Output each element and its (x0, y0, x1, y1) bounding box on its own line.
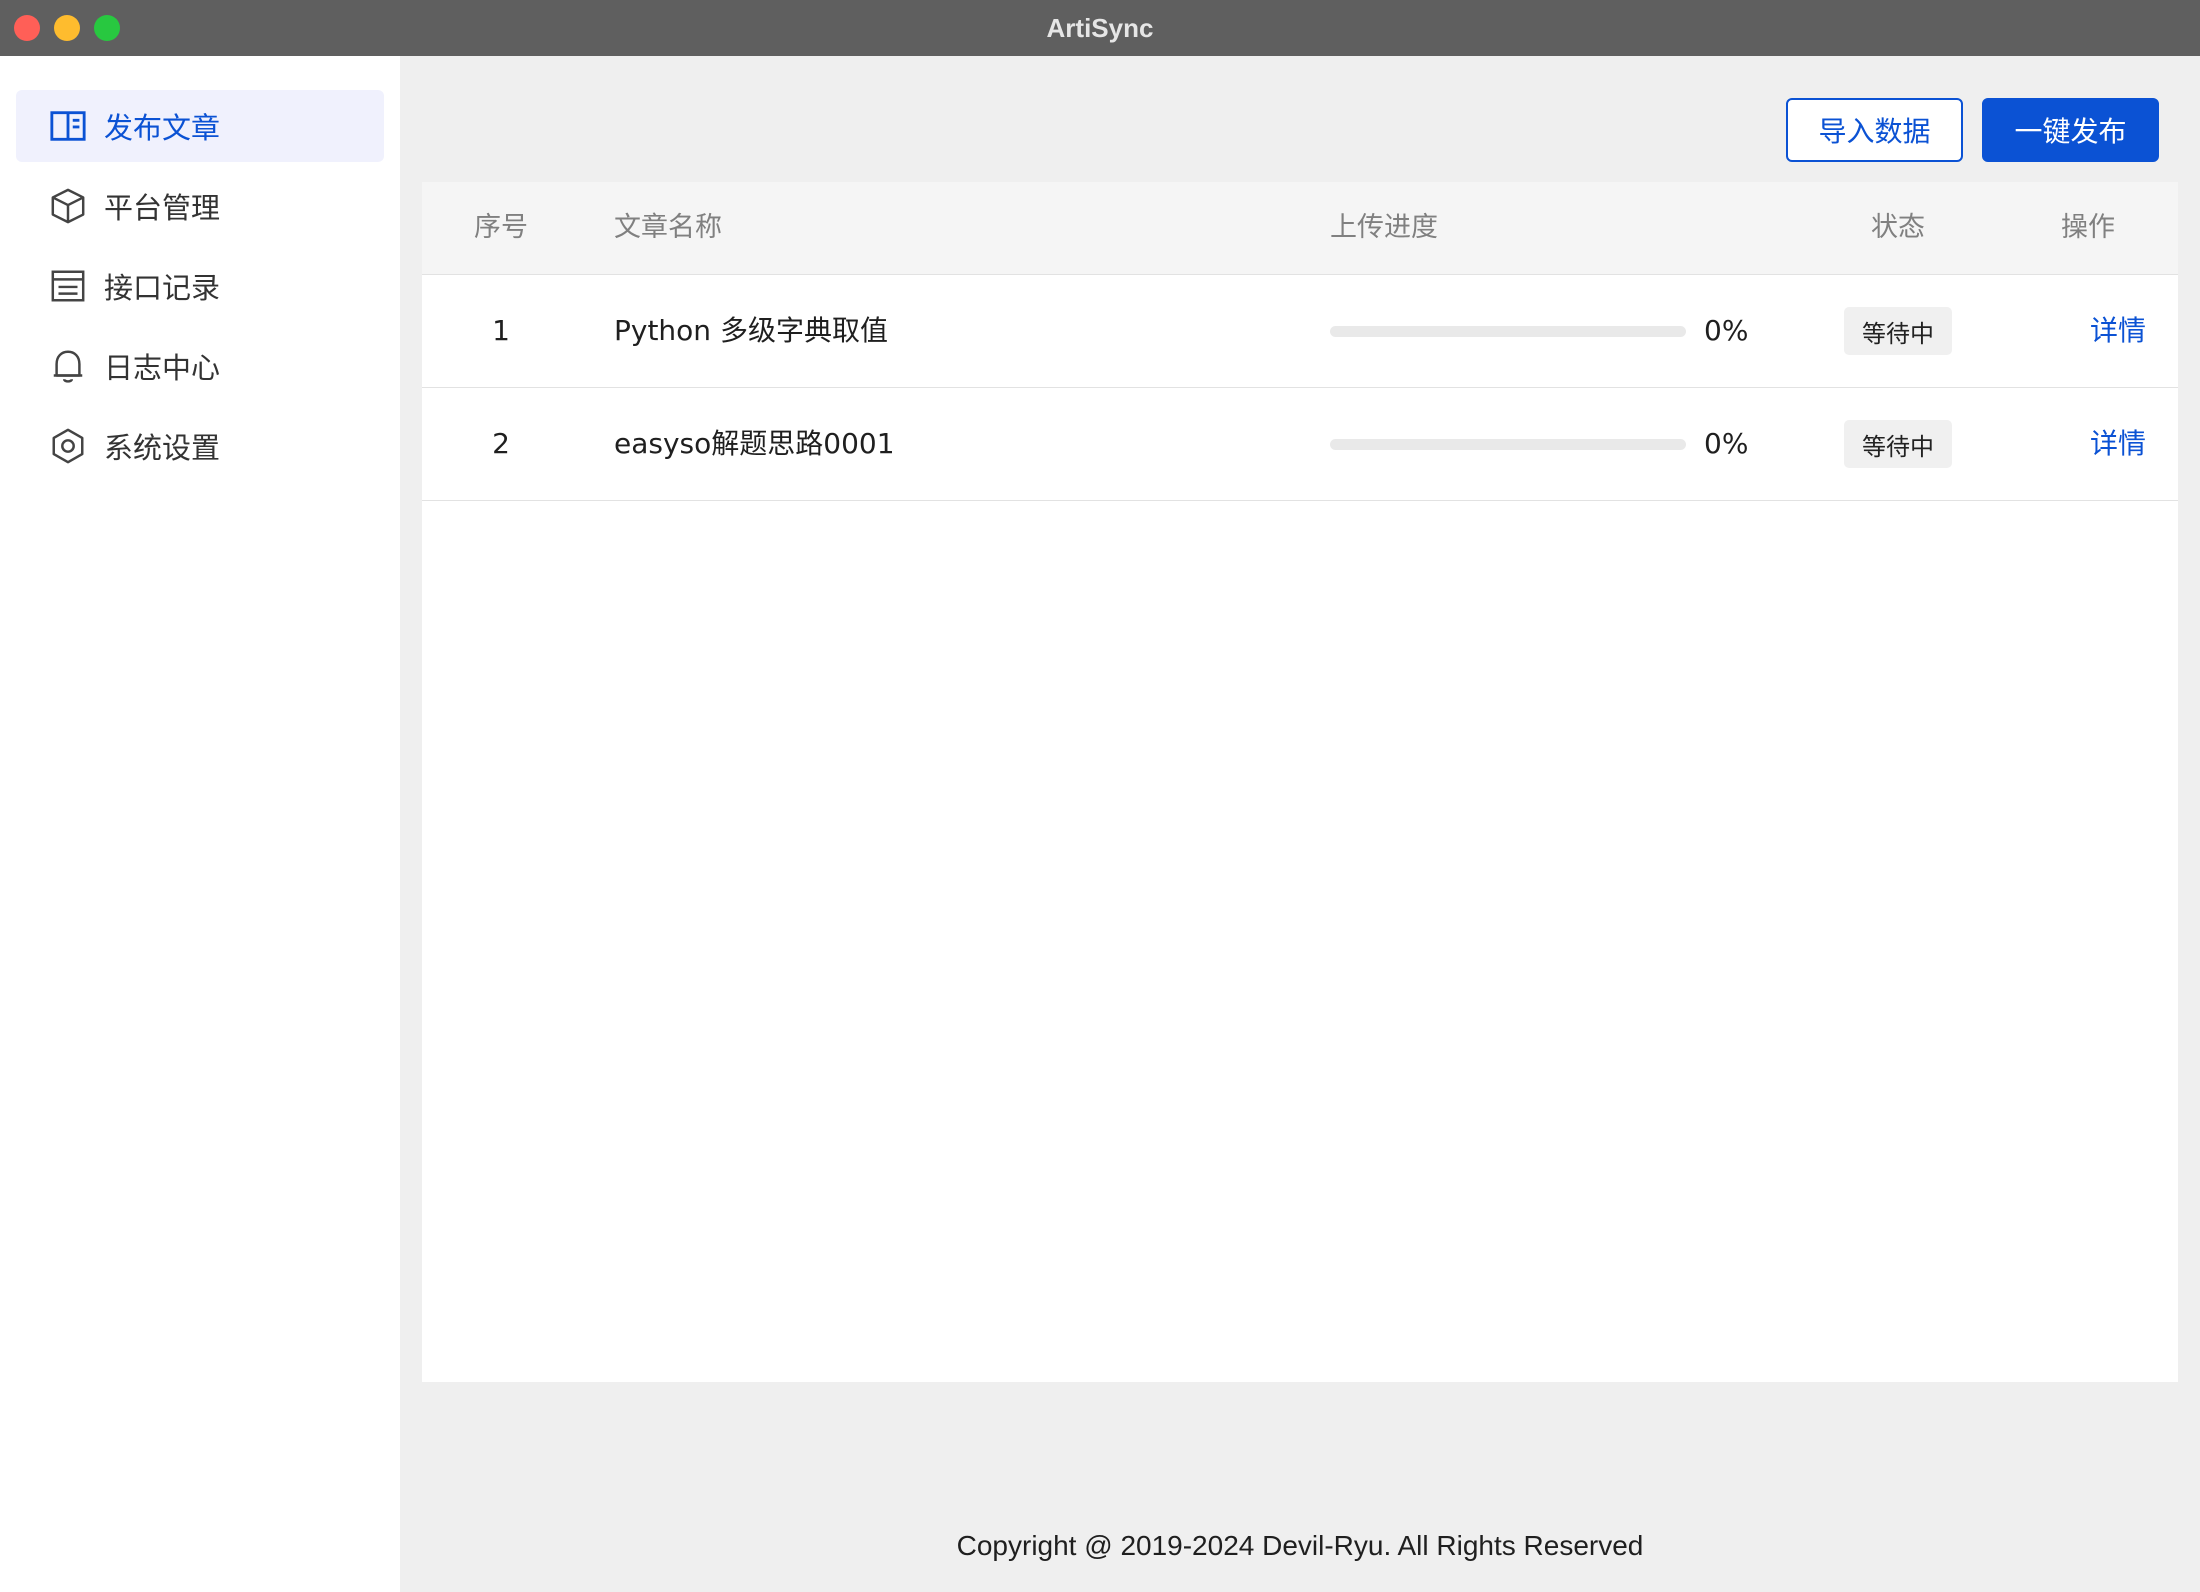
header-index: 序号 (474, 212, 528, 243)
upload-progress-bar (1330, 439, 1686, 450)
sidebar-item-label: 发布文章 (104, 111, 221, 145)
sidebar-item-platform-management[interactable]: 平台管理 (16, 170, 384, 242)
bell-icon (48, 346, 88, 386)
list-document-icon (48, 266, 88, 306)
row-index: 1 (492, 314, 510, 347)
row-index: 2 (492, 427, 510, 460)
settings-hexagon-icon (48, 426, 88, 466)
status-badge: 等待中 (1844, 420, 1952, 468)
article-table: 序号 文章名称 上传进度 状态 操作 1 Python 多级字典取值 0% 等待… (422, 182, 2178, 1382)
header-action: 操作 (2061, 212, 2115, 243)
sidebar-item-label: 平台管理 (104, 191, 221, 225)
upload-progress-text: 0% (1704, 314, 1749, 347)
sidebar-item-api-records[interactable]: 接口记录 (16, 250, 384, 322)
copyright-footer: Copyright @ 2019-2024 Devil-Ryu. All Rig… (956, 1530, 1644, 1561)
window-title: ArtiSync (1046, 12, 1154, 43)
one-click-publish-button[interactable]: 一键发布 (1982, 98, 2159, 162)
title-bar: ArtiSync (0, 0, 2200, 56)
close-window-button[interactable] (14, 15, 40, 41)
header-status: 状态 (1871, 212, 1925, 243)
app-window: ArtiSync 发布文章 平台管理 接口记录 日志中心 系统设置 导入数据 一… (0, 0, 2200, 1592)
header-upload-progress: 上传进度 (1330, 212, 1438, 243)
upload-progress-text: 0% (1704, 427, 1749, 460)
row-article-name: easyso解题思路0001 (614, 427, 895, 460)
row-article-name: Python 多级字典取值 (614, 314, 888, 347)
main-content: 导入数据 一键发布 序号 文章名称 上传进度 状态 操作 1 Python 多级… (400, 56, 2200, 1592)
sidebar-item-label: 接口记录 (104, 271, 221, 305)
upload-progress-bar (1330, 326, 1686, 337)
zoom-window-button[interactable] (94, 15, 120, 41)
sidebar-item-system-settings[interactable]: 系统设置 (16, 410, 384, 482)
header-article-name: 文章名称 (614, 212, 722, 243)
table-header: 序号 文章名称 上传进度 状态 操作 (422, 182, 2178, 275)
sidebar-item-log-center[interactable]: 日志中心 (16, 330, 384, 402)
sidebar-item-publish-article[interactable]: 发布文章 (16, 90, 384, 162)
table-row: 1 Python 多级字典取值 0% 等待中 详情 (422, 275, 2178, 388)
sidebar-item-label: 日志中心 (104, 351, 221, 385)
status-badge: 等待中 (1844, 307, 1952, 355)
details-link[interactable]: 详情 (2082, 388, 2154, 500)
sidebar-item-label: 系统设置 (104, 431, 221, 465)
minimize-window-button[interactable] (54, 15, 80, 41)
book-open-icon (48, 106, 88, 146)
sidebar: 发布文章 平台管理 接口记录 日志中心 系统设置 (0, 56, 400, 1592)
details-link[interactable]: 详情 (2082, 275, 2154, 387)
cube-icon (48, 186, 88, 226)
import-data-button[interactable]: 导入数据 (1786, 98, 1963, 162)
table-row: 2 easyso解题思路0001 0% 等待中 详情 (422, 388, 2178, 501)
